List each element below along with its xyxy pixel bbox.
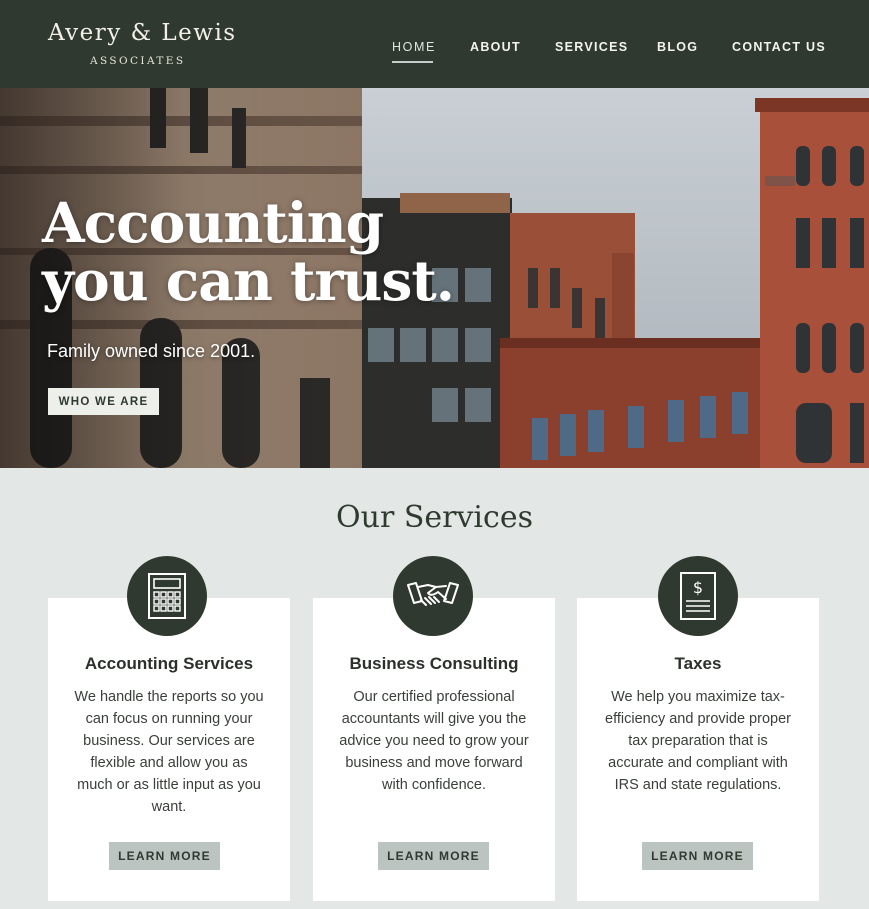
services-heading: Our Services — [336, 500, 533, 535]
service-card-taxes: Taxes We help you maximize tax-efficienc… — [577, 598, 819, 901]
hero-banner: Accounting you can trust. Family owned s… — [0, 88, 869, 468]
card-title: Business Consulting — [349, 654, 519, 673]
nav-contact-us[interactable]: CONTACT US — [732, 40, 826, 54]
card-description: Our certified professional accountants w… — [339, 689, 529, 793]
card-title: Taxes — [674, 654, 722, 673]
learn-more-button[interactable]: LEARN MORE — [642, 842, 753, 870]
card-description: We help you maximize tax-efficiency and … — [605, 689, 791, 793]
hero-subtitle: Family owned since 2001. — [47, 341, 256, 361]
site-header: Avery & Lewis ASSOCIATES HOME ABOUT SERV… — [0, 0, 869, 88]
tax-document-icon: $ — [658, 556, 738, 636]
who-we-are-button[interactable]: WHO WE ARE — [48, 388, 159, 415]
svg-text:$: $ — [693, 578, 703, 597]
nav-blog[interactable]: BLOG — [657, 40, 698, 54]
service-card-consulting: Business Consulting Our certified profes… — [313, 598, 555, 901]
hero-title: Accounting you can trust. — [42, 190, 455, 313]
learn-more-button[interactable]: LEARN MORE — [109, 842, 220, 870]
nav-about[interactable]: ABOUT — [470, 40, 521, 54]
nav-home[interactable]: HOME — [392, 40, 436, 54]
calculator-icon — [127, 556, 207, 636]
handshake-icon — [393, 556, 473, 636]
nav-services[interactable]: SERVICES — [555, 40, 628, 54]
card-title: Accounting Services — [84, 654, 254, 673]
learn-more-button[interactable]: LEARN MORE — [378, 842, 489, 870]
nav-active-underline — [392, 61, 433, 63]
logo-title[interactable]: Avery & Lewis — [48, 20, 237, 46]
logo-subtitle[interactable]: ASSOCIATES — [90, 55, 185, 67]
card-description: We handle the reports so you can focus o… — [74, 689, 264, 815]
service-card-accounting: Accounting Services We handle the report… — [48, 598, 290, 901]
